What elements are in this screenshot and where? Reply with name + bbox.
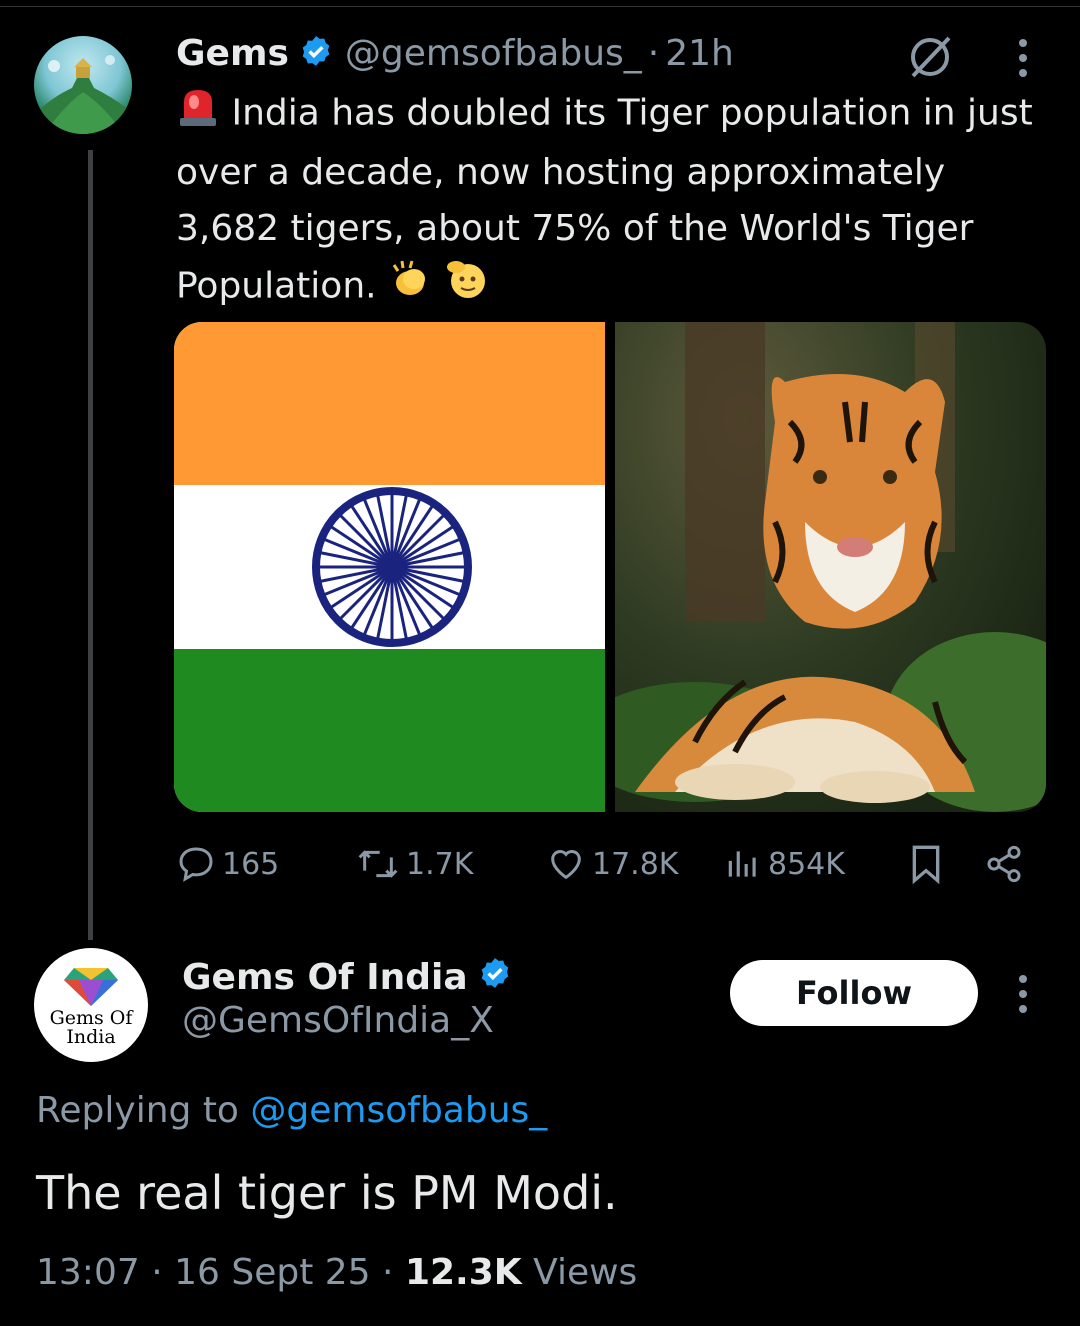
repost-icon — [358, 850, 398, 878]
gem-logo-icon — [64, 968, 118, 1006]
ashoka-chakra-icon — [312, 487, 472, 647]
tweet-header: Gems @gemsofbabus_ · 21h — [176, 28, 734, 78]
flag-saffron-band — [174, 322, 605, 485]
more-options-icon[interactable] — [1016, 974, 1030, 1018]
reply-date[interactable]: 16 Sept 25 — [174, 1252, 370, 1293]
reply-icon — [179, 847, 213, 882]
flag-green-band — [174, 649, 605, 812]
reply-views-label: Views — [533, 1252, 638, 1293]
reply-author-name[interactable]: Gems Of India — [182, 957, 468, 998]
like-count: 17.8K — [592, 846, 679, 882]
separator: · — [647, 32, 660, 74]
reply-author-handle[interactable]: @GemsOfIndia_X — [182, 1000, 494, 1041]
views-action[interactable]: 854K — [724, 836, 845, 892]
siren-emoji-icon — [176, 84, 220, 145]
reply-count: 165 — [222, 846, 280, 882]
tweet-time[interactable]: 21h — [665, 33, 734, 74]
like-action[interactable]: 17.8K — [546, 836, 678, 892]
tweet-body: India has doubled its Tiger population i… — [176, 92, 1033, 307]
svg-text:India: India — [66, 1026, 115, 1048]
tweet-text: India has doubled its Tiger population i… — [176, 84, 1056, 318]
reply-author-avatar[interactable]: Gems Of India — [34, 948, 148, 1062]
replying-to-line: Replying to @gemsofbabus_ — [36, 1090, 547, 1131]
bookmark-icon — [912, 845, 940, 885]
repost-action[interactable]: 1.7K — [356, 836, 473, 892]
saluting-face-emoji-icon — [444, 257, 488, 318]
author-handle[interactable]: @gemsofbabus_ — [345, 33, 642, 74]
reply-text: The real tiger is PM Modi. — [36, 1166, 618, 1220]
bookmark-action[interactable] — [906, 836, 946, 892]
reply-author-name-row: Gems Of India — [182, 948, 512, 1006]
thread-line — [88, 150, 93, 940]
heart-icon — [551, 850, 581, 880]
replying-prefix: Replying to — [36, 1090, 239, 1131]
grok-icon[interactable] — [905, 32, 955, 86]
reply-views-count: 12.3K — [404, 1252, 522, 1293]
author-name[interactable]: Gems — [176, 33, 289, 74]
separator: · — [151, 1252, 163, 1293]
separator: · — [382, 1252, 394, 1293]
author-avatar[interactable] — [34, 36, 132, 134]
indian-flag-image[interactable] — [174, 322, 605, 812]
verified-badge-icon — [478, 956, 512, 999]
replying-mention-link[interactable]: @gemsofbabus_ — [250, 1090, 547, 1131]
verified-badge-icon — [299, 34, 333, 72]
more-options-icon[interactable] — [1016, 38, 1030, 82]
top-divider — [0, 6, 1080, 7]
reply-time[interactable]: 13:07 — [36, 1252, 140, 1293]
clapping-hands-emoji-icon — [388, 257, 432, 318]
reply-action[interactable]: 165 — [176, 836, 279, 892]
views-bar-chart-icon — [728, 851, 756, 877]
share-icon — [987, 845, 1021, 883]
views-count: 854K — [768, 846, 845, 882]
follow-button[interactable]: Follow — [730, 960, 978, 1026]
reply-meta: 13:07 · 16 Sept 25 · 12.3K Views — [36, 1252, 637, 1293]
repost-count: 1.7K — [406, 846, 474, 882]
share-action[interactable] — [984, 836, 1024, 892]
media-grid — [174, 322, 1046, 812]
tweet-actions-bar: 165 1.7K 17.8K 854K — [176, 836, 1036, 892]
tiger-image[interactable] — [615, 322, 1046, 812]
